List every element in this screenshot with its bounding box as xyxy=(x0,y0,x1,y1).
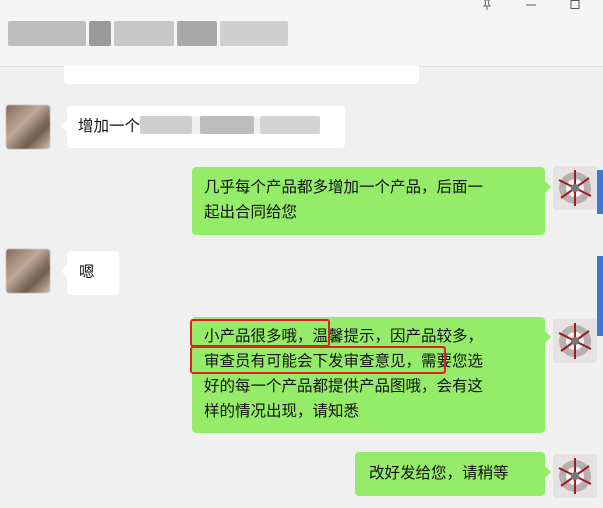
message-bubble-incoming[interactable]: 嗯 xyxy=(61,251,119,295)
redacted-text xyxy=(200,116,255,134)
maximize-icon[interactable] xyxy=(560,0,590,10)
pin-icon[interactable] xyxy=(472,0,502,10)
message-text-line: 起出合同给您 xyxy=(204,203,298,221)
message-bubble-outgoing[interactable]: 几乎每个产品都多增加一个产品，后面一 起出合同给您 xyxy=(192,167,551,235)
contact-avatar[interactable] xyxy=(6,105,50,149)
chat-message-list[interactable]: 增加一个 几乎每个产品都多增加一个产品，后面一 起出合同给您 嗯 小产品很多哦，… xyxy=(0,66,603,508)
message-bubble-outgoing[interactable]: 改好发给您，请稍等 xyxy=(355,452,551,496)
message-text-line: 好的每一个产品都提供产品图哦，会有这 xyxy=(204,377,484,395)
annotation-highlight-box xyxy=(190,346,446,374)
message-bubble-incoming[interactable]: 增加一个 xyxy=(61,106,345,148)
my-avatar[interactable] xyxy=(553,166,597,210)
message-text: 增加一个 xyxy=(78,117,141,135)
my-avatar[interactable] xyxy=(553,319,597,363)
annotation-highlight-box xyxy=(190,319,330,347)
chat-title-redacted xyxy=(8,21,288,46)
previous-message-bubble-edge xyxy=(64,66,419,84)
redacted-text xyxy=(260,116,321,134)
message-text: 温馨提示，因产品较多， xyxy=(312,327,484,345)
contact-avatar[interactable] xyxy=(6,249,50,293)
message-text: 改好发给您，请稍等 xyxy=(369,464,509,482)
redacted-text xyxy=(140,116,193,134)
message-text-line: 样的情况出现，请知悉 xyxy=(204,402,360,420)
message-text-line: 几乎每个产品都多增加一个产品，后面一 xyxy=(204,178,484,196)
my-avatar[interactable] xyxy=(553,454,597,498)
chat-title-bar xyxy=(0,0,603,67)
message-text: 嗯 xyxy=(79,263,95,281)
minimize-icon[interactable] xyxy=(516,0,546,10)
